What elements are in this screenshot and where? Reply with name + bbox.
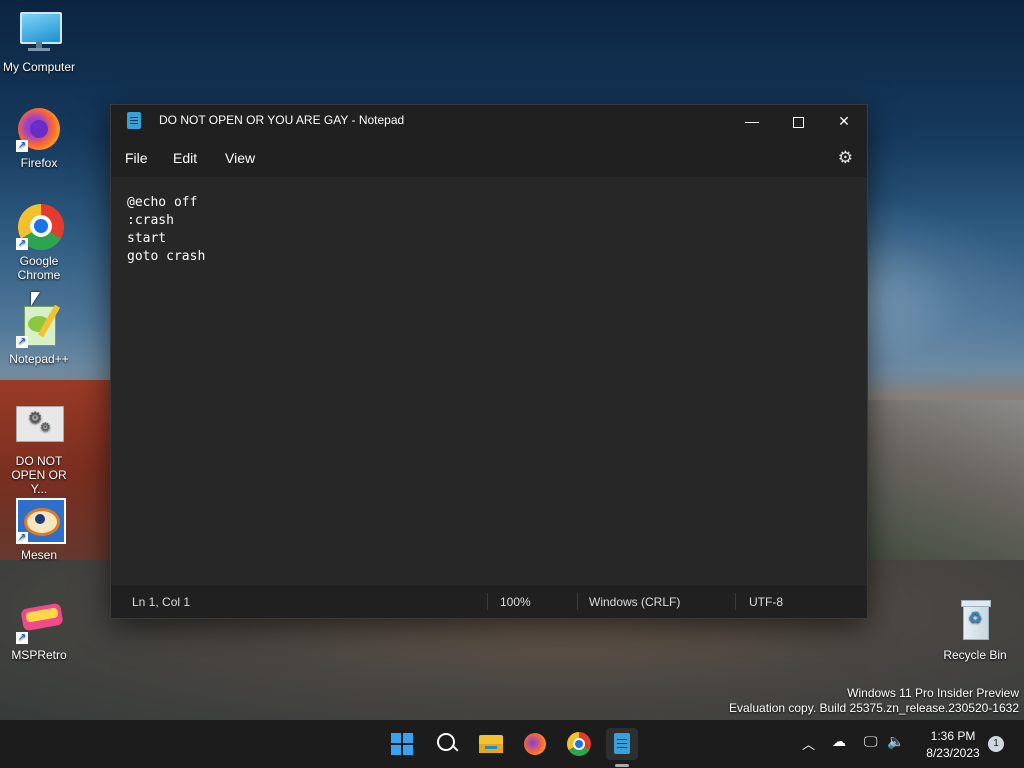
menu-edit[interactable]: Edit — [173, 150, 197, 166]
desktop-icon-mesen[interactable]: ↗ Mesen — [0, 498, 78, 562]
text-line: :crash — [127, 213, 174, 228]
desktop-icon-label: Mesen — [20, 548, 58, 562]
chevron-up-icon: ︿ — [802, 737, 816, 752]
mspretro-icon: ↗ — [16, 598, 64, 644]
shortcut-arrow-icon: ↗ — [16, 632, 28, 644]
encoding[interactable]: UTF-8 — [749, 595, 783, 609]
notepad-icon — [614, 733, 630, 754]
status-divider — [487, 593, 488, 610]
line-ending[interactable]: Windows (CRLF) — [589, 595, 680, 609]
wallpaper-rock-formation — [860, 400, 1024, 580]
onedrive-icon[interactable]: ☁ — [832, 733, 846, 750]
menu-file[interactable]: File — [125, 150, 148, 166]
search-icon — [437, 733, 455, 751]
search-button[interactable] — [431, 728, 463, 760]
window-title: DO NOT OPEN OR YOU ARE GAY - Notepad — [159, 113, 405, 127]
network-icon[interactable]: 🖵 — [864, 733, 878, 750]
desktop-icon-label: Notepad++ — [9, 352, 69, 366]
desktop-icon-firefox[interactable]: ↗ Firefox — [0, 106, 78, 170]
text-line: goto crash — [127, 249, 206, 264]
desktop-icon-label: My Computer — [2, 60, 76, 74]
menu-view[interactable]: View — [225, 150, 255, 166]
start-icon — [391, 733, 413, 755]
desktop-icon-label: DO NOT OPEN OR Y... — [11, 454, 67, 496]
watermark-line2: Evaluation copy. Build 25375.zn_release.… — [729, 701, 1019, 715]
desktop-icon-label: Google Chrome — [17, 254, 61, 282]
maximize-button[interactable] — [775, 105, 821, 137]
firefox-icon — [524, 733, 546, 755]
status-divider — [735, 593, 736, 610]
show-hidden-icons-button[interactable]: ︿ — [802, 734, 815, 753]
notepadpp-icon: ↗ — [16, 302, 62, 348]
shortcut-arrow-icon: ↗ — [16, 336, 28, 348]
active-app-indicator — [615, 764, 629, 767]
notepad-window[interactable]: DO NOT OPEN OR YOU ARE GAY - Notepad — ✕… — [110, 104, 868, 619]
watermark-line1: Windows 11 Pro Insider Preview — [847, 686, 1019, 700]
status-divider — [577, 593, 578, 610]
mesen-icon: ↗ — [16, 498, 66, 544]
menu-bar: File Edit View ⚙ — [111, 137, 867, 177]
close-button[interactable]: ✕ — [821, 105, 867, 137]
taskbar-notepad-button[interactable] — [606, 728, 638, 767]
desktop-icon-recycle-bin[interactable]: ♻ Recycle Bin — [936, 598, 1014, 662]
notepad-icon — [127, 112, 141, 129]
shortcut-arrow-icon: ↗ — [16, 238, 28, 250]
status-bar: Ln 1, Col 1 100% Windows (CRLF) UTF-8 — [111, 585, 867, 618]
settings-gear-icon[interactable]: ⚙ — [838, 148, 853, 168]
desktop-icon-my-computer[interactable]: My Computer — [0, 10, 78, 74]
monitor-icon — [16, 10, 62, 56]
maximize-icon — [792, 116, 804, 128]
mouse-cursor-icon — [31, 292, 40, 306]
shortcut-arrow-icon: ↗ — [16, 140, 28, 152]
desktop-icon-batch-file[interactable]: ⚙ ⚙ DO NOT OPEN OR Y... — [0, 404, 78, 496]
taskbar-firefox-button[interactable] — [519, 728, 551, 760]
taskbar: ︿ ☁ 🖵 🔈 1:36 PM 8/23/2023 1 — [0, 720, 1024, 768]
batch-file-icon: ⚙ ⚙ — [16, 404, 64, 450]
text-editor[interactable]: @echo off :crash start goto crash — [111, 177, 867, 585]
desktop-icon-label: Recycle Bin — [943, 648, 1007, 662]
desktop-icon-label: MSPRetro — [11, 648, 67, 662]
close-icon: ✕ — [838, 113, 850, 129]
desktop-icon-chrome[interactable]: ↗ Google Chrome — [0, 204, 78, 282]
notification-badge[interactable]: 1 — [988, 736, 1004, 752]
taskbar-chrome-button[interactable] — [563, 728, 595, 760]
file-explorer-button[interactable] — [475, 728, 507, 760]
shortcut-arrow-icon: ↗ — [16, 532, 28, 544]
desktop-icon-mspretro[interactable]: ↗ MSPRetro — [0, 598, 78, 662]
volume-icon[interactable]: 🔈 — [887, 733, 904, 750]
minimize-icon: — — [745, 113, 759, 129]
text-line: start — [127, 231, 167, 246]
start-button[interactable] — [386, 728, 418, 760]
recycle-bin-icon: ♻ — [952, 598, 998, 644]
desktop-icon-notepadpp[interactable]: ↗ Notepad++ — [0, 302, 78, 366]
desktop-icon-label: Firefox — [20, 156, 58, 170]
chrome-icon: ↗ — [16, 204, 64, 250]
text-line: @echo off — [127, 195, 198, 210]
clock-time: 1:36 PM — [930, 729, 976, 743]
clock-date: 8/23/2023 — [926, 746, 980, 760]
minimize-button[interactable]: — — [729, 105, 775, 137]
cursor-position: Ln 1, Col 1 — [132, 595, 191, 609]
title-bar[interactable]: DO NOT OPEN OR YOU ARE GAY - Notepad — ✕ — [111, 105, 867, 137]
clock[interactable]: 1:36 PM 8/23/2023 — [920, 729, 986, 760]
firefox-icon: ↗ — [16, 106, 62, 152]
zoom-level[interactable]: 100% — [500, 595, 531, 609]
